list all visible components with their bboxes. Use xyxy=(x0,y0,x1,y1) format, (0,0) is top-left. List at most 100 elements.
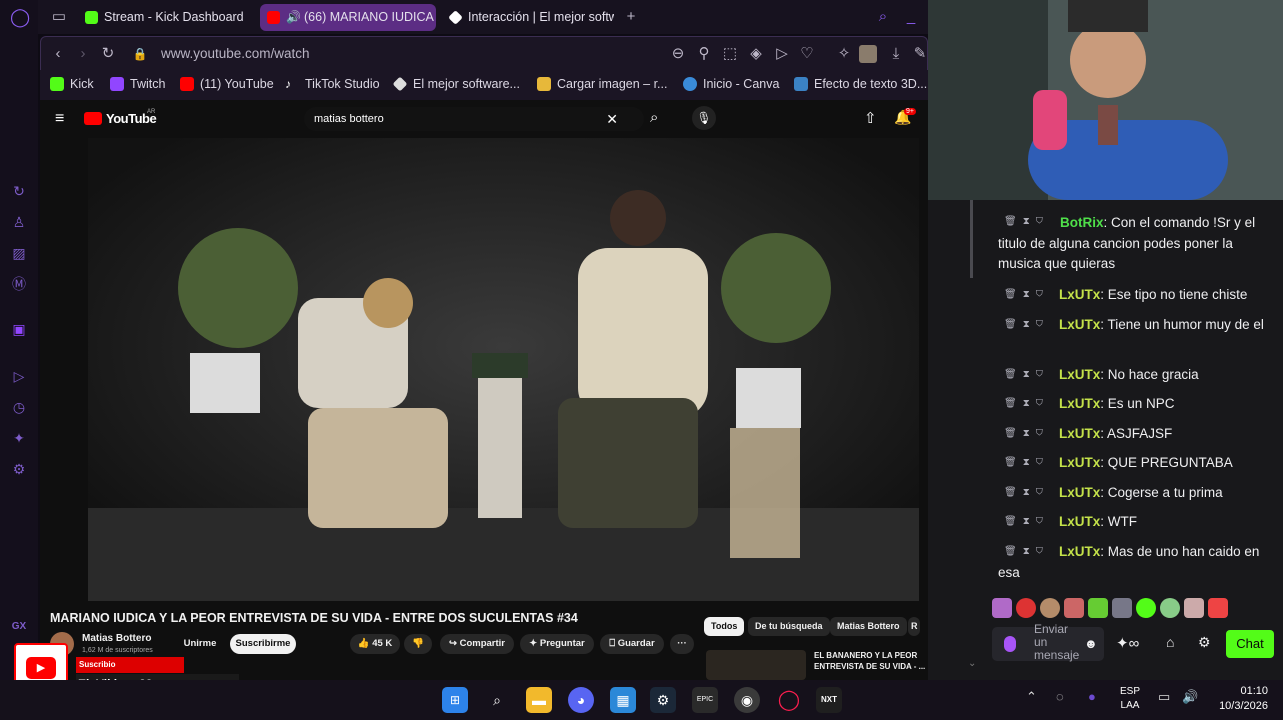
shield-icon[interactable]: ◈ xyxy=(747,45,765,63)
network-icon[interactable]: ▭ xyxy=(1158,689,1170,705)
obs-icon[interactable]: ◉ xyxy=(734,687,760,713)
epic-games-icon[interactable]: EPIC xyxy=(692,687,718,713)
chat-username[interactable]: LxUTx xyxy=(1059,544,1100,559)
gift-icon[interactable]: ⌂ xyxy=(1166,634,1174,650)
next-app-icon[interactable]: NXT xyxy=(816,687,842,713)
emote-icon[interactable] xyxy=(1088,598,1108,618)
play-icon[interactable]: ▷ xyxy=(773,45,791,63)
upload-icon[interactable]: ⇧ xyxy=(864,109,877,127)
steam-icon[interactable]: ⚙ xyxy=(650,687,676,713)
save-button[interactable]: ⎕ Guardar xyxy=(600,634,664,654)
bookmark-texto-3d[interactable]: Efecto de texto 3D... xyxy=(794,77,927,91)
new-tab-button[interactable]: + xyxy=(622,8,640,26)
more-actions-button[interactable]: ··· xyxy=(670,634,694,654)
chevron-up-icon[interactable]: ⌃ xyxy=(1026,689,1037,705)
minimize-icon[interactable]: _ xyxy=(902,8,920,26)
emote-icon[interactable] xyxy=(1208,598,1228,618)
bot-icon[interactable]: ♙ xyxy=(10,213,28,231)
chat-username[interactable]: LxUTx xyxy=(1059,367,1100,382)
emoji-icon[interactable]: ☻ xyxy=(1084,636,1098,651)
next-video-title[interactable]: EL BANANERO Y LA PEOR ENTREVISTA DE SU V… xyxy=(814,650,932,672)
video-player[interactable] xyxy=(88,138,919,601)
dislike-button[interactable]: 👎 xyxy=(404,634,432,654)
subscribe-button[interactable]: Suscribirme xyxy=(230,634,296,654)
history-icon[interactable]: ◷ xyxy=(10,398,28,416)
emote-icon[interactable] xyxy=(1016,598,1036,618)
twitch-icon[interactable]: ▣ xyxy=(10,320,28,338)
file-explorer-icon[interactable]: ▬ xyxy=(526,687,552,713)
ask-button[interactable]: ✦ Preguntar xyxy=(520,634,594,654)
reload-icon[interactable]: ↻ xyxy=(99,45,117,63)
bits-icon[interactable]: ✦∞ xyxy=(1116,634,1139,652)
chat-username[interactable]: LxUTx xyxy=(1059,317,1100,332)
tab-youtube-video[interactable]: 🔊 (66) MARIANO IUDICA xyxy=(260,4,436,31)
opera-logo-icon[interactable]: ◯ xyxy=(10,8,30,26)
opera-gx-icon[interactable]: ◯ xyxy=(776,687,802,713)
chip-more[interactable]: R xyxy=(908,617,920,636)
next-video-thumbnail[interactable] xyxy=(706,650,806,680)
emote-icon[interactable] xyxy=(992,598,1012,618)
clear-search-icon[interactable]: ✕ xyxy=(606,107,618,131)
bookmark-software[interactable]: El mejor software... xyxy=(392,76,520,92)
chat-username[interactable]: LxUTx xyxy=(1059,514,1100,529)
tray-mic-icon[interactable]: ● xyxy=(1088,689,1096,704)
settings-icon[interactable]: ⚙ xyxy=(10,460,28,478)
emote-icon[interactable] xyxy=(1184,598,1204,618)
back-icon[interactable]: ‹ xyxy=(49,45,67,63)
search-icon[interactable]: ⌕ xyxy=(650,109,658,126)
chat-username[interactable]: LxUTx xyxy=(1059,287,1100,302)
easy-setup-icon[interactable]: ✎ xyxy=(911,45,929,63)
clock[interactable]: 01:10 10/3/2026 xyxy=(1210,684,1268,714)
emote-icon[interactable] xyxy=(1112,598,1132,618)
url-field[interactable]: www.youtube.com/watch xyxy=(161,46,310,61)
chip-matias-bottero[interactable]: Matias Bottero xyxy=(830,617,907,636)
like-button[interactable]: 👍 45 K xyxy=(350,634,400,654)
chat-scrollbar[interactable] xyxy=(970,200,973,278)
volume-icon[interactable]: 🔊 xyxy=(1182,689,1198,705)
chat-username[interactable]: LxUTx xyxy=(1059,455,1100,470)
speaker-icon[interactable]: 🔊 xyxy=(286,4,301,31)
heart-icon[interactable]: ♡ xyxy=(798,45,816,63)
pin-icon[interactable]: ⚲ xyxy=(695,45,713,63)
chip-de-tu-busqueda[interactable]: De tu búsqueda xyxy=(748,617,830,636)
chat-username[interactable]: LxUTx xyxy=(1059,485,1100,500)
messenger-icon[interactable]: Ⓜ xyxy=(10,275,28,293)
discord-icon[interactable]: ◕ xyxy=(568,687,594,713)
bookmark-youtube[interactable]: (11) YouTube xyxy=(180,77,274,91)
snapshot-icon[interactable]: ⬚ xyxy=(721,45,739,63)
bookmark-kick[interactable]: Kick xyxy=(50,77,94,91)
emote-icon[interactable] xyxy=(1136,598,1156,618)
player-icon[interactable]: ▷ xyxy=(10,367,28,385)
tray-app-icon[interactable]: ◌ xyxy=(1056,689,1064,704)
menu-icon[interactable]: ≡ xyxy=(55,110,64,128)
store-icon[interactable]: ▦ xyxy=(610,687,636,713)
chat-username[interactable]: LxUTx xyxy=(1059,396,1100,411)
zoom-icon[interactable]: ⊖ xyxy=(669,45,687,63)
bookmark-twitch[interactable]: Twitch xyxy=(110,77,165,91)
search-input[interactable]: matias bottero ✕ xyxy=(304,107,644,131)
tab-kick-dashboard[interactable]: Stream - Kick Dashboard xyxy=(78,4,258,31)
chevron-down-icon[interactable]: ⌄ xyxy=(968,658,976,669)
bookmark-tiktok[interactable]: ♪ TikTok Studio xyxy=(285,77,380,91)
chat-settings-icon[interactable]: ⚙ xyxy=(1198,634,1211,651)
search-tabs-icon[interactable]: ⌕ xyxy=(874,8,892,26)
language-indicator[interactable]: ESP LAA xyxy=(1120,685,1140,713)
twitch-alt-icon[interactable]: ▨ xyxy=(10,244,28,262)
download-icon[interactable]: ⤓ xyxy=(887,45,905,63)
chat-send-button[interactable]: Chat xyxy=(1226,630,1274,658)
share-button[interactable]: ↪ Compartir xyxy=(440,634,514,654)
emote-icon[interactable] xyxy=(1064,598,1084,618)
puzzle-icon[interactable]: ✧ xyxy=(835,45,853,63)
workspaces-icon[interactable]: ▭ xyxy=(50,8,68,26)
tab-interaccion[interactable]: Interacción | El mejor softw xyxy=(442,4,614,31)
forward-icon[interactable]: › xyxy=(74,45,92,63)
emote-icon[interactable] xyxy=(1040,598,1060,618)
youtube-logo-icon[interactable] xyxy=(84,112,102,125)
aria-icon[interactable]: ↻ xyxy=(10,182,28,200)
start-icon[interactable]: ⊞ xyxy=(442,687,468,713)
profile-icon[interactable] xyxy=(859,45,877,63)
extensions-icon[interactable]: ✦ xyxy=(10,429,28,447)
search-icon[interactable]: ⌕ xyxy=(484,687,510,713)
mic-icon[interactable]: 🎙 xyxy=(692,106,716,130)
chat-username[interactable]: LxUTx xyxy=(1059,426,1100,441)
